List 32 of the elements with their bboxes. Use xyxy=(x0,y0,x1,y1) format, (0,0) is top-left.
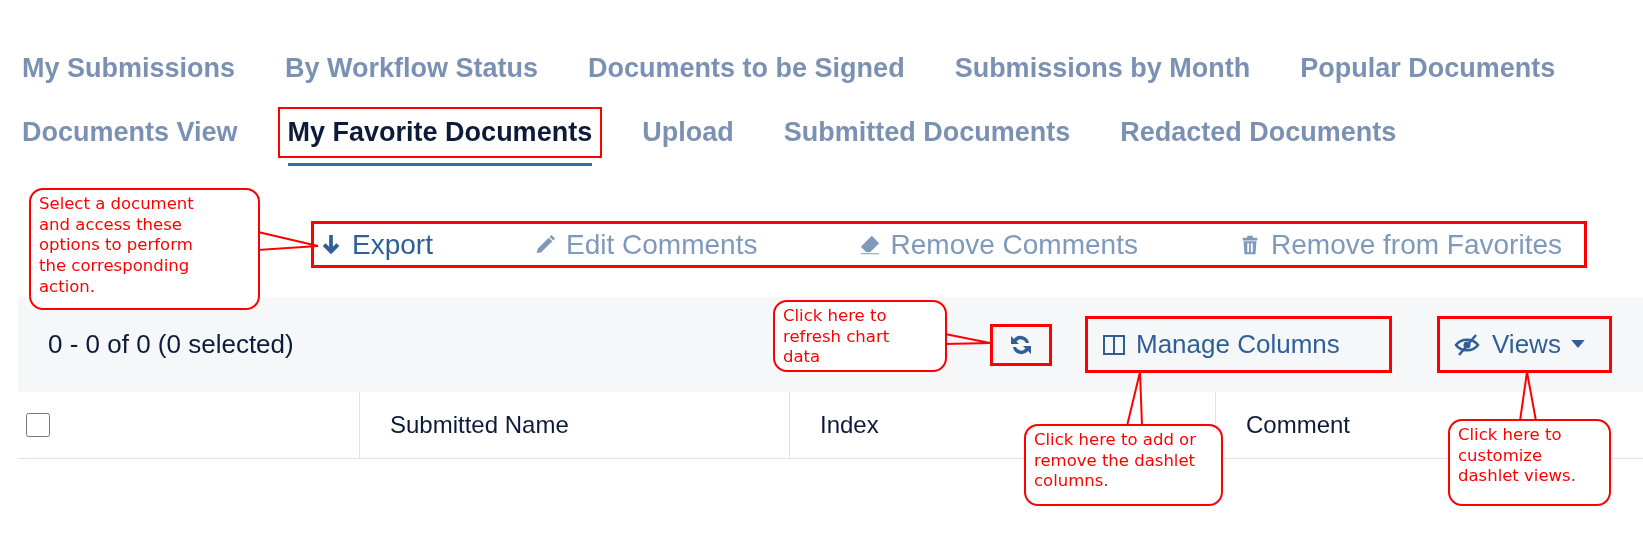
leader-line xyxy=(1518,371,1538,422)
views-button[interactable]: Views xyxy=(1437,316,1612,373)
tab[interactable]: Documents View xyxy=(12,106,248,158)
tab[interactable]: My Submissions xyxy=(12,42,246,94)
leader-line xyxy=(1125,371,1144,427)
pencil-icon xyxy=(534,233,557,256)
select-all-checkbox[interactable] xyxy=(26,413,50,437)
down-arrow-icon xyxy=(320,233,342,256)
callout-tooltip: Select a document and access these options to perform the corresponding action. xyxy=(29,188,260,310)
tab[interactable]: My Favorite Documents xyxy=(277,106,603,158)
eraser-icon xyxy=(858,233,881,256)
hidden-eye-icon xyxy=(1454,332,1482,357)
callout-tooltip: Click here to customize dashlet views. xyxy=(1448,419,1611,506)
tab[interactable]: Upload xyxy=(632,106,744,158)
tab[interactable]: By Workflow Status xyxy=(275,42,549,94)
callout-tooltip: Click here to refresh chart data xyxy=(773,300,947,372)
leader-line xyxy=(944,332,991,346)
column-header[interactable]: Comment xyxy=(1246,411,1351,439)
tab[interactable]: Submissions by Month xyxy=(944,42,1261,94)
manage-columns-button[interactable]: Manage Columns xyxy=(1085,316,1392,373)
tab[interactable]: Documents to be Signed xyxy=(578,42,915,94)
refresh-button[interactable] xyxy=(990,323,1052,366)
column-header[interactable]: Index xyxy=(820,411,879,439)
record-count: 0 - 0 of 0 (0 selected) xyxy=(48,329,294,360)
tab[interactable]: Submitted Documents xyxy=(773,106,1081,158)
tab[interactable]: Popular Documents xyxy=(1290,42,1566,94)
columns-icon xyxy=(1102,332,1126,357)
column-header[interactable]: Submitted Name xyxy=(390,411,569,439)
tab[interactable]: Redacted Documents xyxy=(1110,106,1407,158)
callout-tooltip: Click here to add or remove the dashlet columns. xyxy=(1024,424,1223,506)
toolbar-button[interactable]: Export xyxy=(320,228,433,261)
caret-icon xyxy=(1570,340,1585,349)
